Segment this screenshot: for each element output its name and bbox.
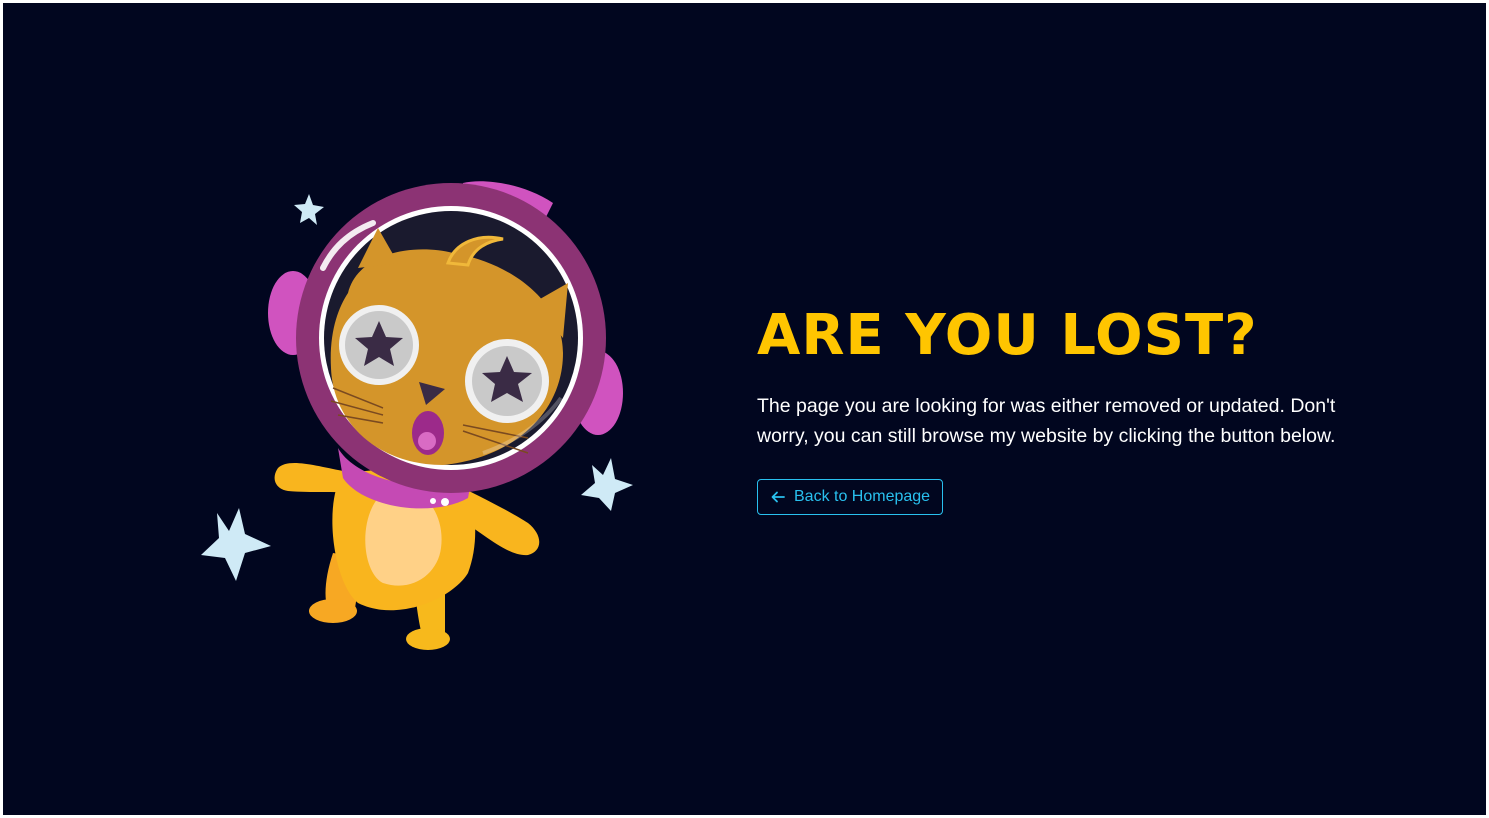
- star-icon: [581, 458, 633, 511]
- star-icon: [294, 194, 324, 225]
- page-container: ARE YOU LOST? The page you are looking f…: [3, 3, 1486, 815]
- back-button-label: Back to Homepage: [794, 488, 931, 505]
- error-content: ARE YOU LOST? The page you are looking f…: [757, 303, 1397, 515]
- astronaut-cat-illustration: [201, 181, 633, 650]
- back-to-homepage-button[interactable]: Back to Homepage: [757, 479, 944, 515]
- arrow-left-icon: [771, 491, 785, 503]
- star-icon: [201, 508, 271, 581]
- error-message: The page you are looking for was either …: [757, 395, 1336, 447]
- page-title: ARE YOU LOST?: [757, 303, 1258, 368]
